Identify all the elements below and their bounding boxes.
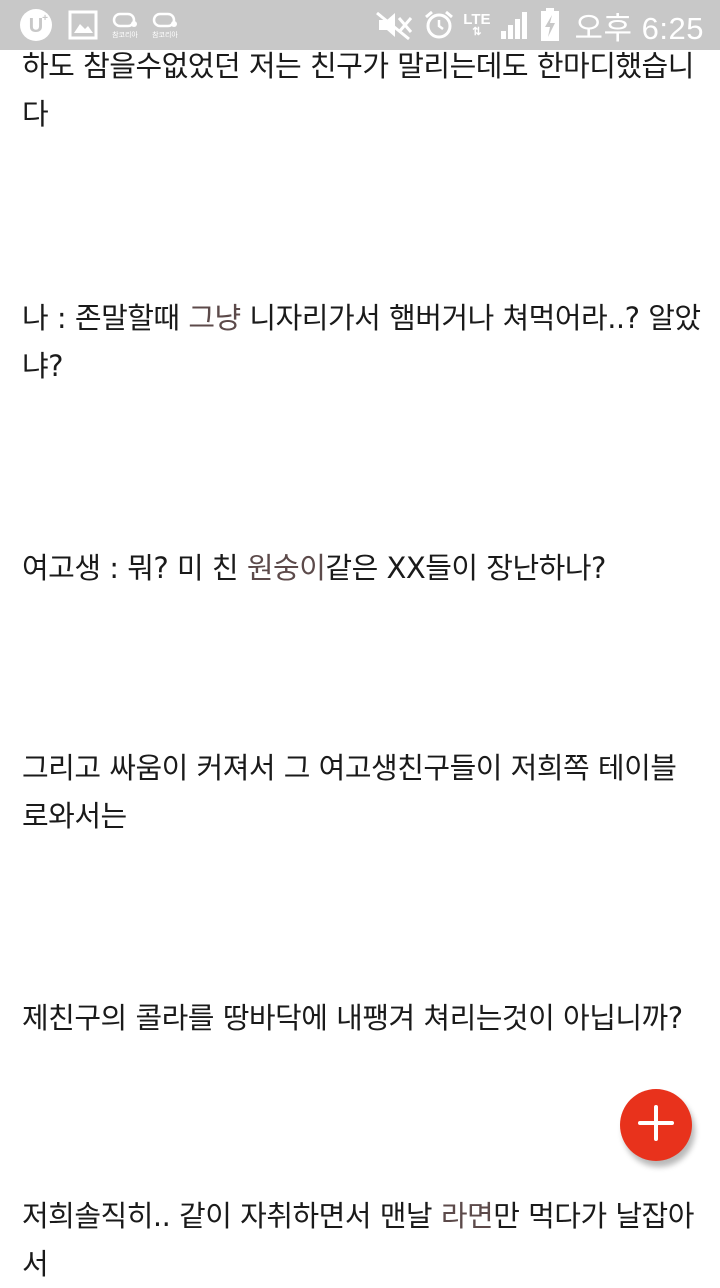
paragraph-text: 여고생 : 뭐? 미 친 [22, 551, 247, 585]
app-notification-1: 참코리아 [112, 12, 138, 39]
paragraph: 하도 참을수없었던 저는 친구가 말리는데도 한마디했습니다 [22, 49, 694, 131]
battery-charging-icon [539, 7, 561, 43]
highlighted-word: 원숭이 [246, 551, 326, 585]
app-icon [112, 12, 138, 30]
article-content: 하도 참을수없었던 저는 친구가 말리는데도 한마디했습니다 나 : 존말할때 … [0, 0, 720, 1281]
paragraph: 나 : 존말할때 그냥 니자리가서 햄버거나 쳐먹어라..? 알았냐? [22, 294, 702, 390]
paragraph-text: 저희솔직히.. 같이 자취하면서 맨날 [22, 1199, 441, 1233]
paragraph: 여고생 : 뭐? 미 친 원숭이같은 XX들이 장난하나? [22, 544, 702, 592]
plus-icon [636, 1103, 676, 1147]
paragraph: 그리고 싸움이 커져서 그 여고생친구들이 저희쪽 테이블로와서는 [22, 751, 677, 833]
gallery-icon [68, 10, 98, 40]
app-icon [152, 12, 178, 30]
svg-text:U: U [29, 15, 43, 37]
u-plus-icon: U + [18, 7, 54, 43]
app-label: 참코리아 [112, 30, 138, 39]
mute-icon [375, 9, 415, 41]
paragraph: 제친구의 콜라를 땅바닥에 내팽겨 쳐리는것이 아닙니까? [22, 1001, 683, 1035]
status-bar: U + 참코리아 참코리아 LTE ⇅ 오후 6:25 [0, 0, 720, 50]
paragraph: 저희솔직히.. 같이 자취하면서 맨날 라면만 먹다가 날잡아서 [22, 1192, 702, 1288]
data-arrows-icon: ⇅ [472, 26, 482, 38]
lte-indicator: LTE ⇅ [463, 12, 490, 38]
signal-icon [499, 9, 531, 41]
svg-text:+: + [42, 13, 48, 24]
paragraph-text: 같은 XX들이 장난하나? [325, 551, 606, 585]
app-label: 참코리아 [152, 30, 178, 39]
add-button[interactable] [620, 1089, 692, 1161]
app-notification-2: 참코리아 [152, 12, 178, 39]
alarm-icon [423, 9, 455, 41]
paragraph-text: 나 : 존말할때 [22, 301, 189, 335]
clock: 오후 6:25 [574, 10, 704, 46]
highlighted-word: 그냥 [188, 301, 241, 335]
lte-label: LTE [463, 11, 491, 28]
highlighted-word: 라면 [440, 1199, 494, 1233]
